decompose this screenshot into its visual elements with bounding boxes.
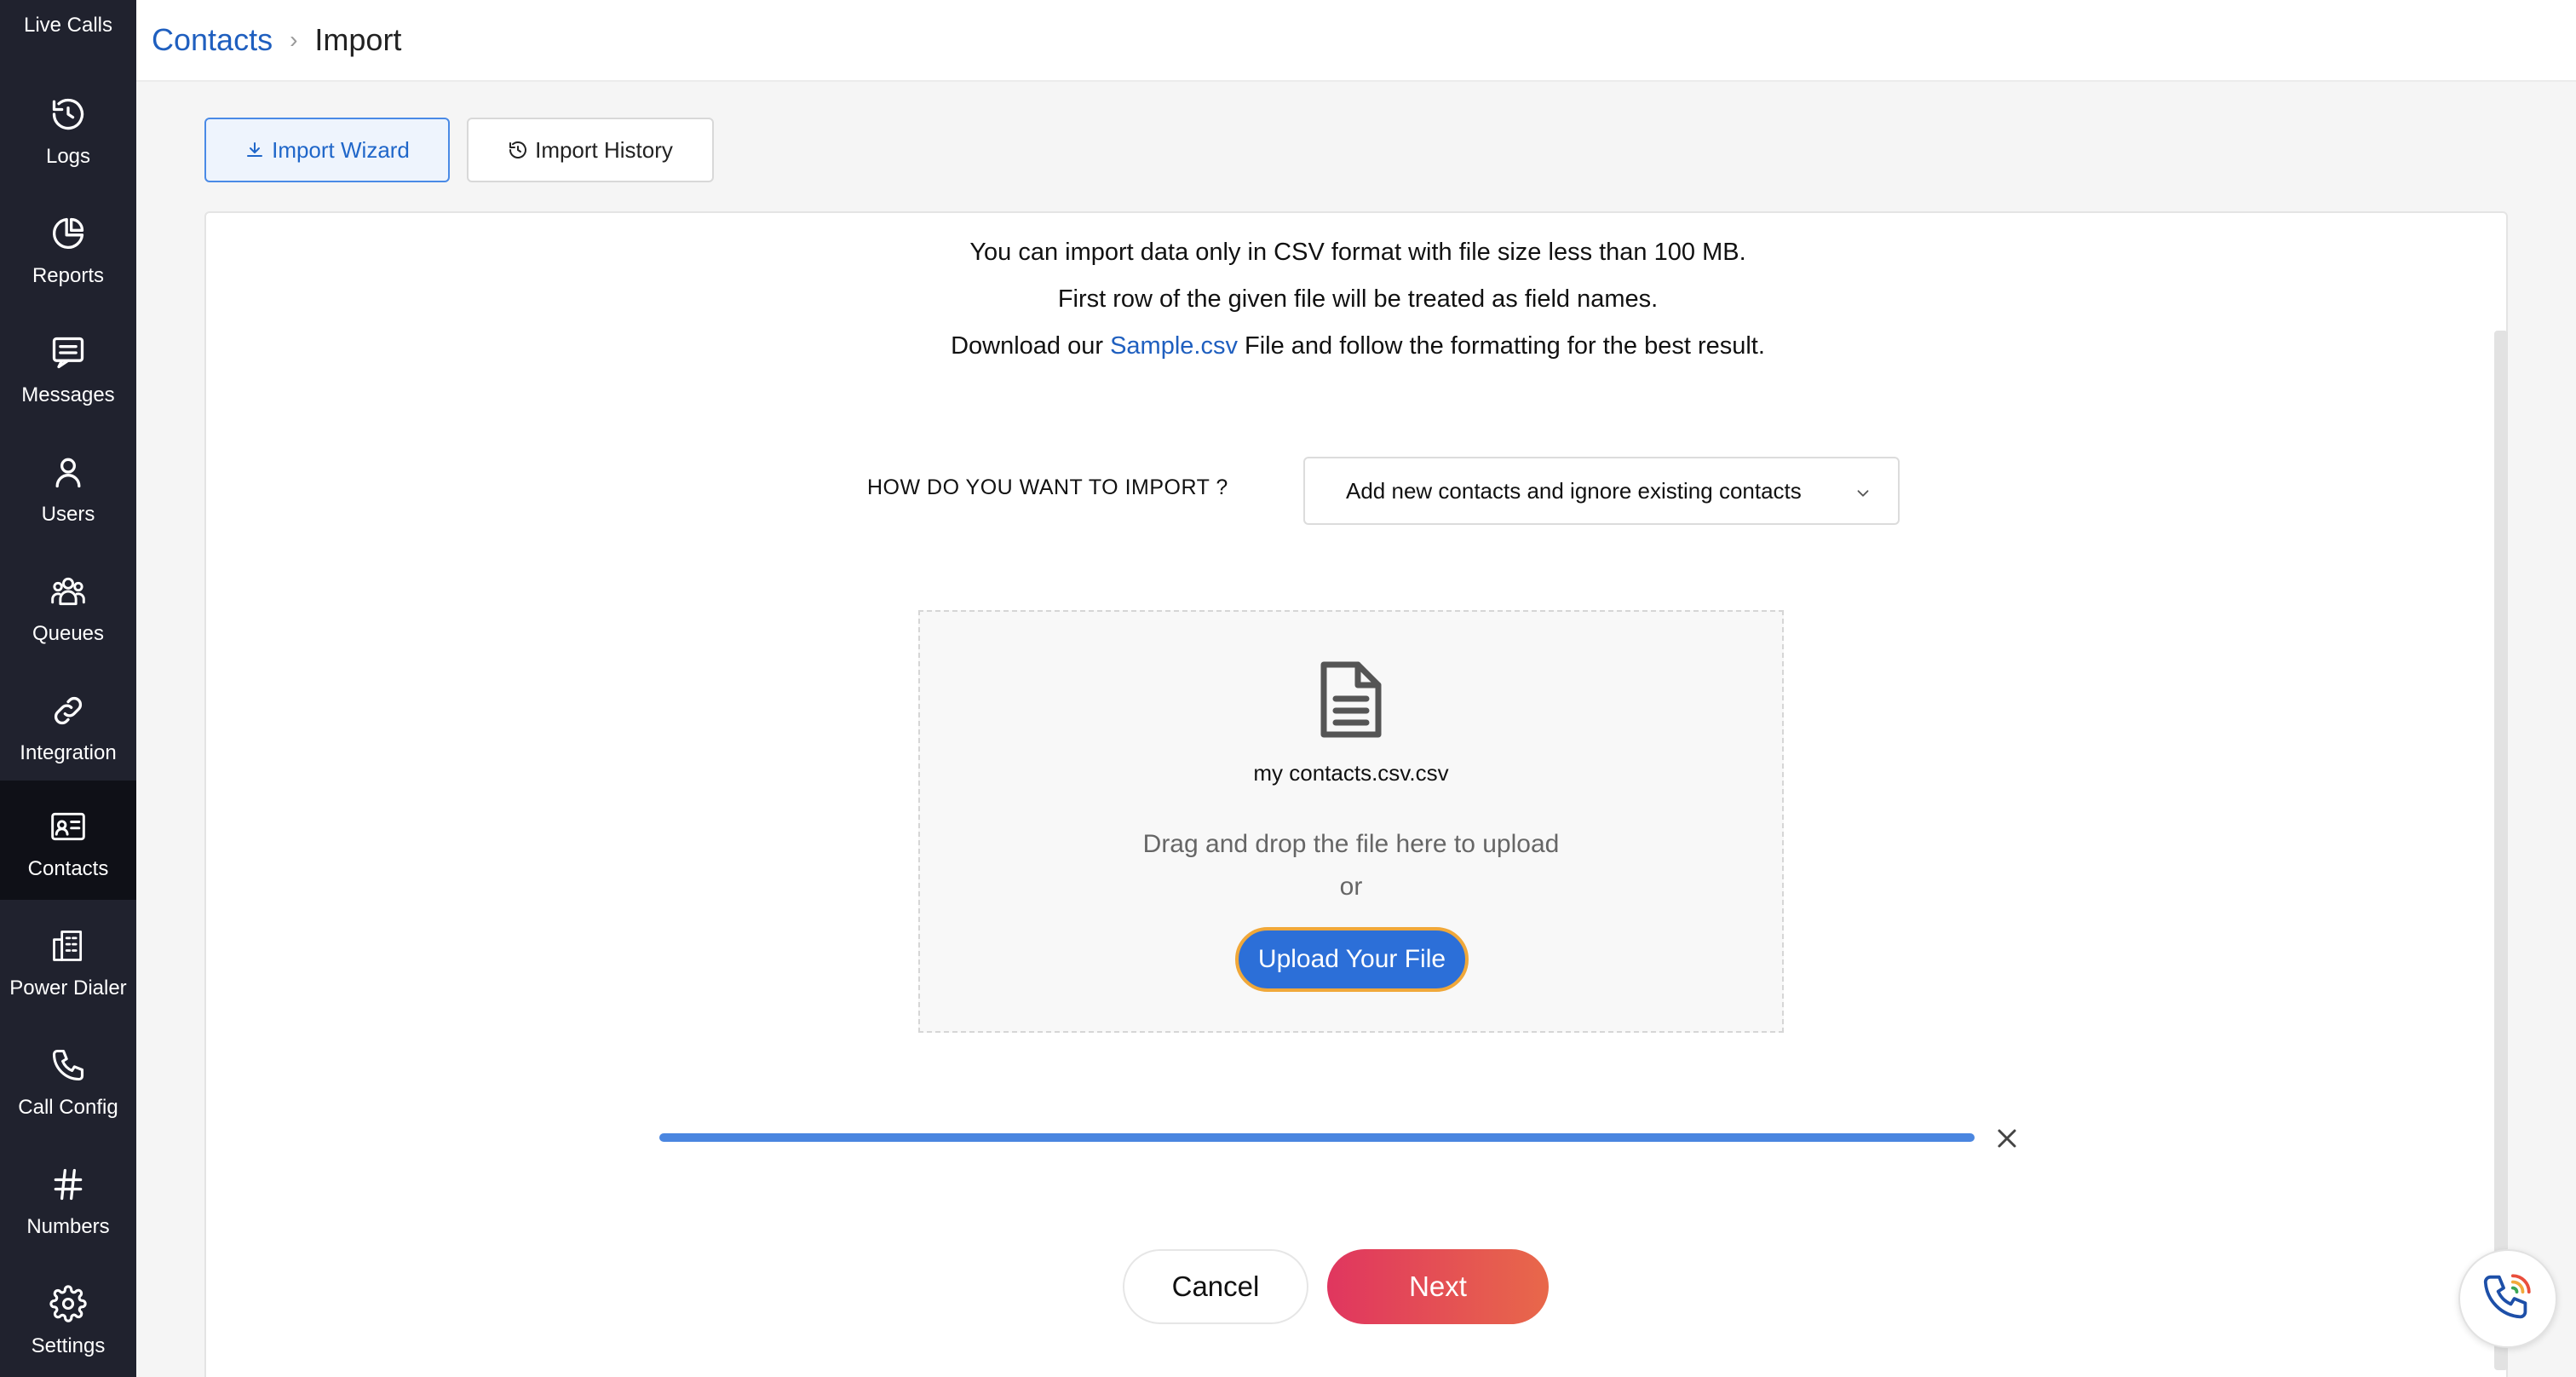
upload-progress-bar	[659, 1133, 1975, 1142]
sidebar-item-users[interactable]: Users	[0, 426, 136, 545]
link-icon	[48, 690, 89, 731]
sidebar-item-label: Users	[41, 503, 95, 526]
info-text-format: You can import data only in CSV format w…	[969, 239, 1746, 266]
pie-chart-icon	[48, 213, 89, 254]
contact-card-icon	[48, 806, 89, 847]
chevron-right-icon: ›	[290, 26, 298, 53]
info-text-sample: Download our Sample.csv File and follow …	[206, 332, 2510, 360]
info-sample-suffix: File and follow the formatting for the b…	[1237, 332, 1765, 360]
sidebar-item-label: Contacts	[27, 857, 109, 880]
selected-file-name: my contacts.csv.csv	[1253, 760, 1449, 786]
message-icon	[48, 332, 89, 373]
sidebar-item-settings[interactable]: Settings	[0, 1258, 136, 1377]
info-sample-prefix: Download our	[951, 332, 1111, 360]
gear-icon	[48, 1283, 89, 1324]
download-icon	[244, 140, 265, 160]
sidebar-item-reports[interactable]: Reports	[0, 187, 136, 307]
sample-csv-link[interactable]: Sample.csv	[1110, 332, 1238, 360]
sidebar-item-contacts[interactable]: Contacts	[0, 781, 136, 900]
breadcrumb: Contacts › Import	[136, 0, 2576, 82]
sidebar-item-call-config[interactable]: Call Config	[0, 1019, 136, 1138]
sidebar-item-live-calls[interactable]: Live Calls	[0, 0, 136, 51]
sidebar-item-label: Reports	[32, 264, 105, 287]
phone-signal-icon	[2478, 1267, 2538, 1331]
cancel-button[interactable]: Cancel	[1123, 1249, 1308, 1324]
file-dropzone[interactable]: my contacts.csv.csv Drag and drop the fi…	[918, 610, 1784, 1033]
sidebar-item-label: Integration	[20, 741, 117, 764]
tab-import-history[interactable]: Import History	[467, 118, 714, 182]
history-icon	[48, 94, 89, 135]
close-icon[interactable]	[1992, 1123, 2022, 1158]
upload-file-button[interactable]: Upload Your File	[1235, 927, 1469, 992]
page-title: Import	[314, 22, 402, 57]
sidebar-item-label: Settings	[31, 1334, 106, 1357]
sidebar-item-label: Power Dialer	[9, 977, 127, 1000]
tab-label: Import Wizard	[272, 136, 410, 163]
phone-icon	[48, 1045, 89, 1086]
sidebar-item-queues[interactable]: Queues	[0, 545, 136, 665]
sidebar-item-power-dialer[interactable]: Power Dialer	[0, 900, 136, 1019]
tab-label: Import History	[535, 136, 673, 163]
next-button[interactable]: Next	[1327, 1249, 1549, 1324]
import-mode-label: HOW DO YOU WANT TO IMPORT ?	[867, 475, 1228, 499]
breadcrumb-contacts-link[interactable]: Contacts	[152, 22, 273, 58]
sidebar-item-label: Messages	[21, 383, 115, 406]
import-mode-selected-value: Add new contacts and ignore existing con…	[1346, 477, 1802, 504]
scrollbar[interactable]	[2494, 331, 2508, 1370]
tab-import-wizard[interactable]: Import Wizard	[204, 118, 450, 182]
building-icon	[48, 925, 89, 966]
sidebar-item-label: Numbers	[26, 1215, 110, 1238]
user-icon	[48, 452, 89, 493]
info-text-header-row: First row of the given file will be trea…	[1057, 285, 1659, 313]
hash-icon	[48, 1164, 89, 1205]
floating-call-button[interactable]	[2458, 1249, 2557, 1348]
sidebar-item-label: Live Calls	[23, 14, 113, 37]
chevron-down-icon	[1854, 482, 1872, 509]
sidebar-item-integration[interactable]: Integration	[0, 665, 136, 784]
sidebar-item-label: Queues	[32, 622, 105, 645]
sidebar-item-numbers[interactable]: Numbers	[0, 1138, 136, 1258]
group-icon	[48, 571, 89, 612]
sidebar-item-label: Call Config	[18, 1096, 118, 1119]
file-document-icon	[1317, 660, 1385, 746]
import-mode-select[interactable]: Add new contacts and ignore existing con…	[1303, 457, 1900, 525]
or-text: or	[1339, 873, 1363, 901]
sidebar-item-label: Logs	[45, 145, 91, 168]
sidebar-item-messages[interactable]: Messages	[0, 307, 136, 426]
sidebar-item-logs[interactable]: Logs	[0, 68, 136, 187]
drag-drop-text: Drag and drop the file here to upload	[1142, 830, 1560, 858]
sidebar: Live Calls Logs Reports Messages Users Q…	[0, 0, 136, 1377]
history-icon	[508, 140, 528, 160]
